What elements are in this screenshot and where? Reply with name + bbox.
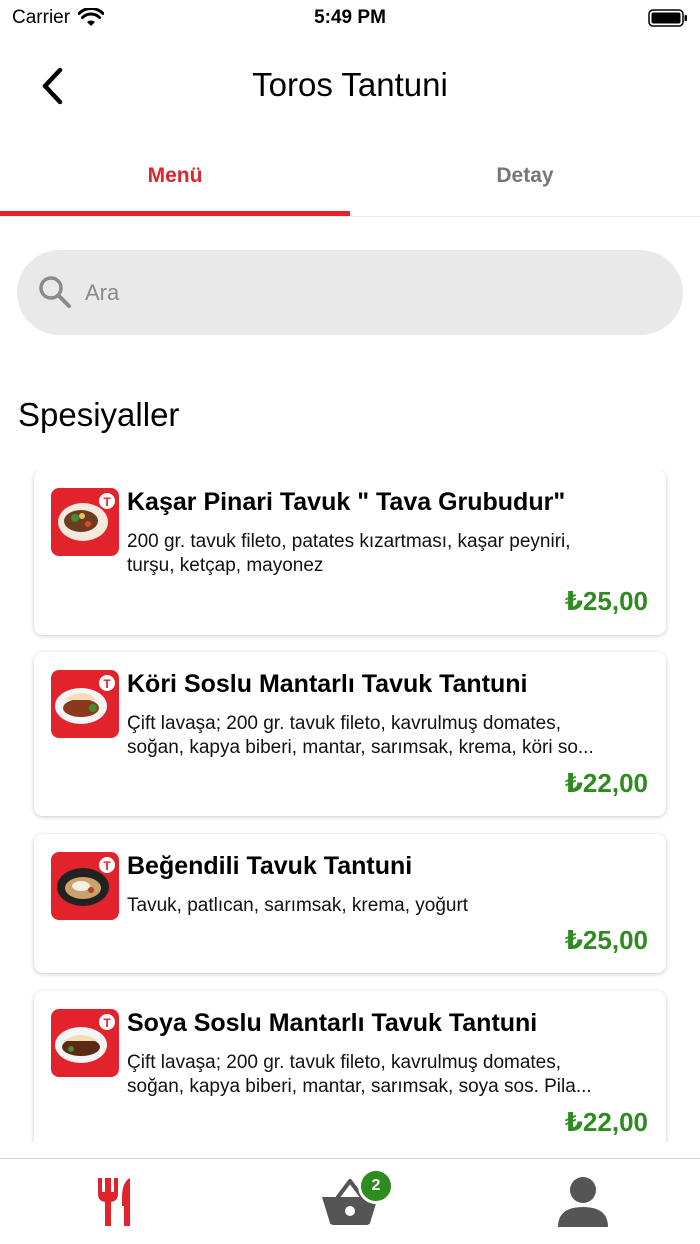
status-bar: Carrier 5:49 PM	[0, 0, 700, 40]
menu-item-card[interactable]: T Beğendili Tavuk Tantuni Tavuk, patlıca…	[34, 834, 666, 973]
bottom-tab-bar: 2	[0, 1158, 700, 1244]
svg-text:T: T	[103, 1016, 111, 1030]
item-description-line: Tavuk, patlıcan, sarımsak, krema, yoğurt	[127, 895, 469, 916]
item-name: Beğendili Tavuk Tantuni	[127, 852, 413, 880]
item-thumbnail: T	[51, 1009, 119, 1077]
search-icon	[39, 276, 71, 308]
item-price: ₺22,00	[564, 1107, 648, 1137]
item-description-line: 200 gr. tavuk fileto, patates kızartması…	[127, 531, 571, 552]
item-name: Köri Soslu Mantarlı Tavuk Tantuni	[127, 670, 528, 698]
menu-item-list[interactable]: T Kaşar Pinari Tavuk " Tava Grubudur" 20…	[0, 470, 700, 1142]
item-description: Çift lavaşa; 200 gr. tavuk fileto, kavru…	[127, 712, 652, 760]
food-plate-icon: T	[55, 675, 115, 724]
tab-menu[interactable]: Menü	[0, 140, 350, 216]
item-description-line: Çift lavaşa; 200 gr. tavuk fileto, kavru…	[127, 1052, 562, 1073]
item-thumbnail: T	[51, 670, 119, 738]
item-description-line: turşu, ketçap, mayonez	[127, 555, 324, 576]
navigation-bar: Toros Tantuni	[0, 50, 700, 120]
food-plate-icon: T	[57, 857, 115, 906]
page-title: Toros Tantuni	[252, 66, 448, 103]
tab-strip: Menü Detay	[0, 140, 700, 217]
item-description-line: Çift lavaşa; 200 gr. tavuk fileto, kavru…	[127, 713, 562, 734]
tab-bar-profile[interactable]	[523, 1159, 643, 1244]
item-price: ₺25,00	[564, 925, 648, 955]
item-description: Tavuk, patlıcan, sarımsak, krema, yoğurt	[127, 894, 652, 918]
menu-item-card[interactable]: T Kaşar Pinari Tavuk " Tava Grubudur" 20…	[34, 470, 666, 635]
search-input[interactable]	[85, 250, 645, 335]
item-description-line: soğan, kapya biberi, mantar, sarımsak, s…	[127, 1076, 592, 1097]
item-thumbnail: T	[51, 488, 119, 556]
item-description-line: soğan, kapya biberi, mantar, sarımsak, k…	[127, 737, 594, 758]
item-price: ₺25,00	[564, 586, 648, 616]
item-name: Soya Soslu Mantarlı Tavuk Tantuni	[127, 1009, 538, 1037]
item-name: Kaşar Pinari Tavuk " Tava Grubudur"	[127, 488, 566, 516]
tab-detay[interactable]: Detay	[350, 140, 700, 216]
search-bar[interactable]	[17, 250, 683, 335]
svg-text:T: T	[103, 677, 111, 691]
menu-item-card[interactable]: T Köri Soslu Mantarlı Tavuk Tantuni Çift…	[34, 652, 666, 816]
fork-knife-icon	[98, 1178, 130, 1226]
svg-text:T: T	[103, 495, 111, 509]
tab-bar-menu[interactable]	[57, 1159, 177, 1244]
tab-bar-cart[interactable]: 2	[290, 1159, 410, 1244]
user-icon	[558, 1177, 608, 1227]
item-description: 200 gr. tavuk fileto, patates kızartması…	[127, 530, 652, 578]
food-plate-icon: T	[58, 493, 115, 541]
battery-icon	[648, 9, 687, 27]
item-description: Çift lavaşa; 200 gr. tavuk fileto, kavru…	[127, 1051, 652, 1099]
item-thumbnail: T	[51, 852, 119, 920]
svg-text:T: T	[103, 859, 111, 873]
menu-item-card[interactable]: T Soya Soslu Mantarlı Tavuk Tantuni Çift…	[34, 991, 666, 1142]
food-plate-icon: T	[55, 1014, 115, 1063]
cart-count-badge: 2	[358, 1168, 394, 1204]
item-price: ₺22,00	[564, 768, 648, 798]
section-title: Spesiyaller	[18, 396, 180, 433]
status-time: 5:49 PM	[314, 7, 386, 28]
active-tab-indicator	[0, 211, 350, 216]
